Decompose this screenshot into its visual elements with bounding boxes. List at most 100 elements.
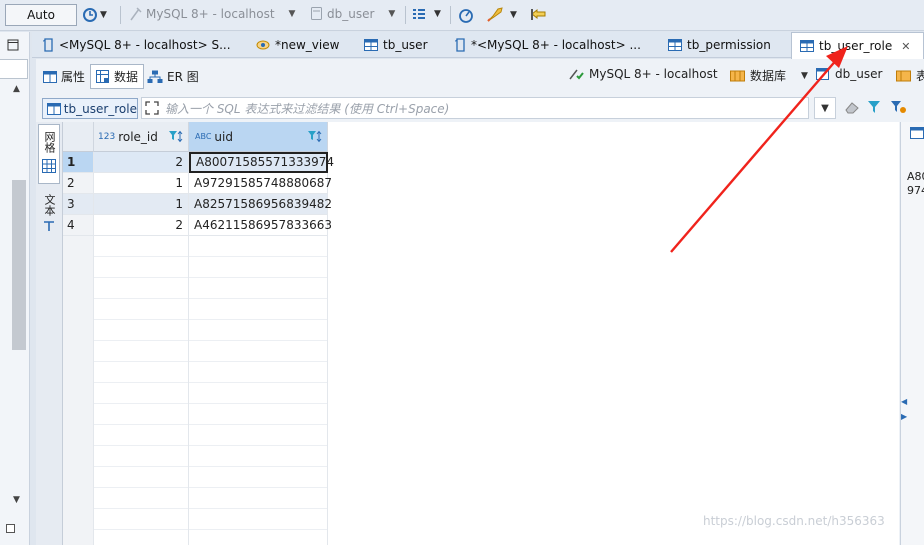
tab-label: *new_view — [275, 38, 340, 52]
breadcrumb-database-label: 数据库 — [750, 69, 787, 83]
filter-icon[interactable] — [867, 100, 883, 114]
commit-mode-button[interactable] — [529, 6, 549, 23]
tab-tb-user[interactable]: tb_user — [356, 32, 428, 58]
cell-role-id[interactable]: 2 — [94, 152, 189, 173]
tab-sql-script-1[interactable]: <MySQL 8+ - localhost> S... — [34, 32, 231, 58]
cell-uid[interactable]: A46211586957833663 — [189, 215, 332, 236]
subtab-er-diagram[interactable]: ER 图 — [142, 64, 204, 89]
active-table-chip[interactable]: tb_user_role — [42, 98, 138, 119]
gauge-icon — [459, 9, 473, 23]
chevron-down-icon: ▼ — [821, 102, 829, 114]
filter-history-dropdown[interactable]: ▼ — [814, 97, 836, 119]
subtab-data[interactable]: 数据 — [90, 64, 145, 89]
tab-sql-script-2[interactable]: *<MySQL 8+ - localhost> ... — [446, 32, 641, 58]
chevron-down-icon: ▼ — [510, 9, 517, 20]
value-preview: A80 974 — [907, 170, 924, 198]
row-number[interactable]: 1 — [63, 152, 94, 173]
tab-grid-view[interactable]: 网格 — [38, 124, 60, 184]
database-selector[interactable]: db_user ▼ — [310, 6, 395, 21]
cell-uid[interactable]: A97291585748880687 — [189, 173, 332, 194]
row-number[interactable]: 3 — [63, 194, 94, 215]
connection-selector[interactable]: MySQL 8+ - localhost ▼ — [128, 6, 295, 22]
chevron-down-icon: ▼ — [288, 9, 296, 19]
tab-tb-user-role[interactable]: tb_user_role ✕ — [791, 32, 924, 59]
cell-role-id[interactable]: 1 — [94, 194, 189, 215]
subtab-properties[interactable]: 属性 — [38, 64, 90, 89]
breadcrumb-schema[interactable]: db_user — [816, 67, 882, 81]
subtab-label: 数据 — [114, 70, 139, 84]
tab-label: tb_permission — [687, 38, 771, 52]
breadcrumb-connection-label: MySQL 8+ - localhost — [589, 67, 718, 81]
tab-tb-permission[interactable]: tb_permission — [660, 32, 771, 58]
panel-restore-button[interactable] — [7, 39, 19, 51]
schema-button[interactable]: ▼ — [412, 7, 441, 21]
filter-input[interactable]: 输入一个 SQL 表达式来过滤结果 (使用 Ctrl+Space) — [141, 97, 809, 119]
search-field[interactable] — [0, 59, 28, 79]
separator — [450, 6, 451, 24]
tab-label: tb_user — [383, 38, 428, 52]
subtab-label: ER 图 — [167, 70, 199, 84]
transaction-mode-combo[interactable]: Auto — [5, 4, 77, 26]
text-icon — [44, 221, 54, 231]
row-number[interactable]: 4 — [63, 215, 94, 236]
text-view-label: 文本 — [43, 194, 56, 216]
history-icon — [83, 8, 97, 22]
table-icon — [800, 40, 814, 52]
tab-new-view[interactable]: *new_view — [248, 32, 339, 58]
chevron-down-icon: ▼ — [388, 8, 396, 19]
scrollbar-thumb[interactable] — [12, 180, 26, 350]
database-folder-icon — [730, 70, 745, 82]
er-diagram-icon — [147, 70, 163, 83]
subtab-label: 属性 — [61, 70, 86, 84]
row-number[interactable]: 2 — [63, 173, 94, 194]
grid-icon — [42, 159, 56, 173]
breadcrumb-database[interactable]: 数据库 ▼ — [730, 67, 808, 84]
column-divider — [188, 236, 189, 545]
restore-window-icon — [7, 39, 19, 51]
main-toolbar: Auto ▼ MySQL 8+ - localhost ▼ db_user ▼ … — [0, 0, 924, 31]
scroll-up-icon[interactable]: ▲ — [13, 84, 20, 94]
collapse-left-icon[interactable]: ◀ — [901, 397, 907, 406]
grid-corner — [63, 122, 94, 152]
connection-check-icon — [569, 69, 584, 80]
tools-button[interactable]: ▼ — [486, 6, 517, 23]
cell-role-id[interactable]: 1 — [94, 173, 189, 194]
database-label: db_user — [327, 6, 375, 21]
history-button[interactable]: ▼ — [82, 7, 107, 23]
dashboard-button[interactable] — [458, 7, 474, 23]
value-panel: A80 974 ◀ ▶ — [900, 122, 924, 545]
connection-plug-icon — [130, 7, 142, 21]
cell-uid-selected[interactable]: A80071585571333974 — [189, 152, 334, 173]
chevron-down-icon: ▼ — [100, 10, 107, 20]
breadcrumb-tables[interactable]: 表 — [896, 67, 924, 84]
tab-label: *<MySQL 8+ - localhost> ... — [471, 38, 641, 52]
sql-script-icon — [42, 38, 53, 52]
numeric-type-icon: 123 — [98, 131, 116, 142]
eraser-icon[interactable] — [844, 100, 860, 114]
cell-role-id[interactable]: 2 — [94, 215, 189, 236]
tab-text-view[interactable]: 文本 — [39, 194, 59, 232]
database-icon — [311, 7, 322, 20]
column-header-role-id[interactable]: 123 role_id — [94, 122, 189, 152]
close-icon[interactable]: ✕ — [901, 40, 910, 53]
table-icon — [43, 70, 57, 83]
tables-folder-icon — [896, 70, 911, 82]
breadcrumb-connection[interactable]: MySQL 8+ - localhost — [568, 67, 718, 81]
minimize-icon[interactable] — [6, 524, 15, 533]
sort-filter-icon[interactable] — [307, 130, 323, 143]
sort-filter-icon[interactable] — [168, 130, 184, 143]
value-line: A80 — [907, 170, 924, 183]
cell-uid[interactable]: A82571586956839482 — [189, 194, 332, 215]
panel-table-icon[interactable] — [910, 127, 924, 139]
expand-icon[interactable] — [145, 101, 159, 115]
filter-settings-icon[interactable] — [890, 100, 906, 114]
column-header-uid[interactable]: ABC uid — [189, 122, 328, 152]
expand-right-icon[interactable]: ▶ — [901, 412, 907, 421]
scroll-down-icon[interactable]: ▼ — [13, 495, 20, 505]
separator — [120, 6, 121, 24]
column-name: role_id — [118, 129, 158, 144]
grid-view-label: 网格 — [43, 131, 56, 153]
column-divider — [327, 236, 328, 545]
value-line: 974 — [907, 184, 924, 197]
results-grid: 123 role_id ABC uid 1 2 A800715855713339… — [62, 122, 899, 545]
